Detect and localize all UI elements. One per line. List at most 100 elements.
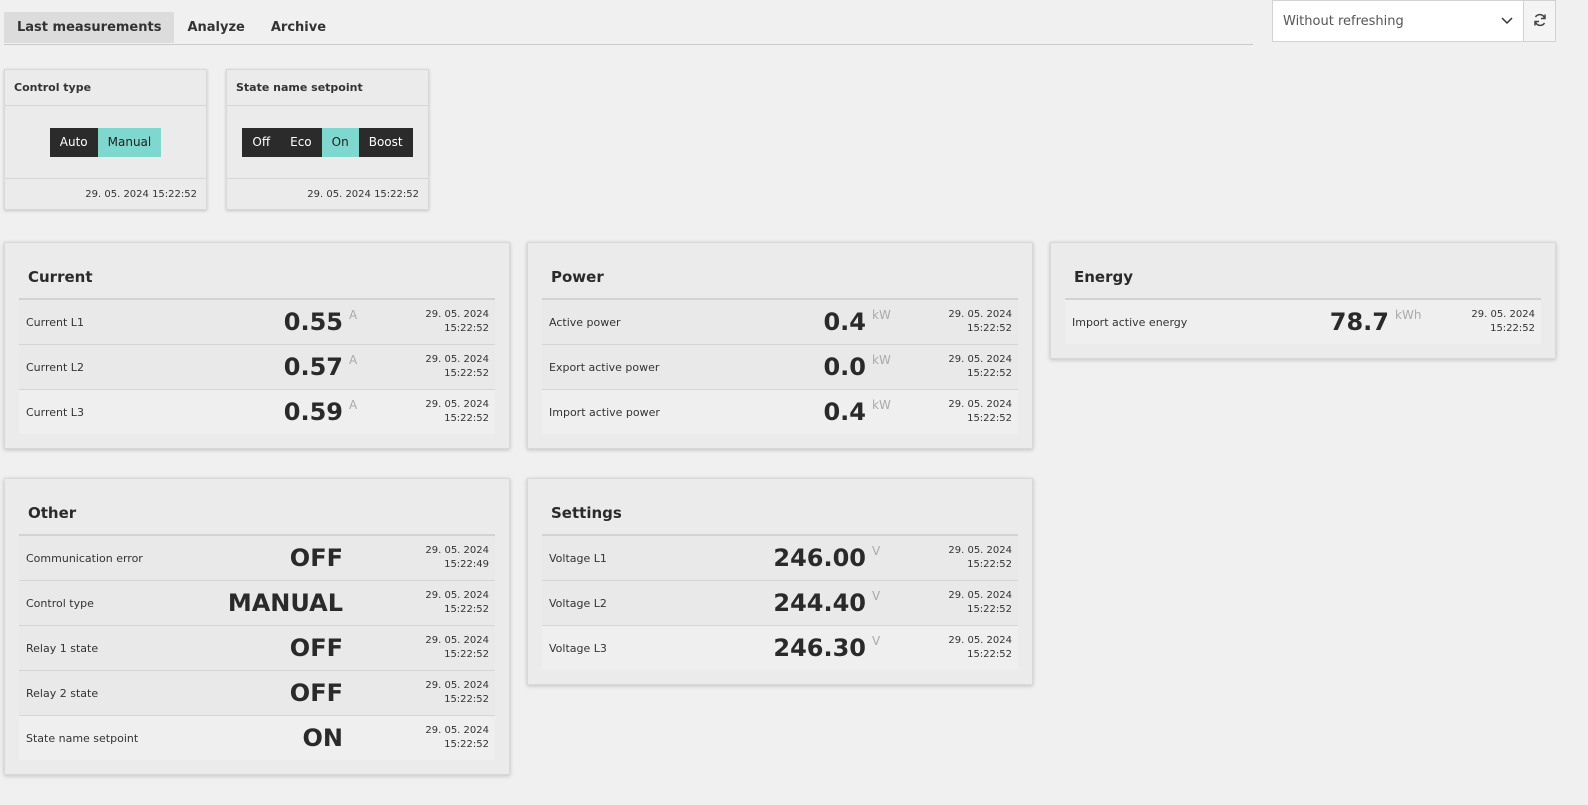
state-eco-button[interactable]: Eco [280, 127, 322, 157]
measurement-row: Current L1 0.55 A 29. 05. 2024 15:22:52 [19, 300, 495, 345]
settings-card-title: Settings [542, 479, 1018, 536]
measurement-label: Active power [549, 315, 621, 329]
measurement-label: Voltage L2 [549, 596, 607, 610]
measurement-row: Voltage L1 246.00 V 29. 05. 2024 15:22:52 [542, 536, 1018, 581]
measurement-label: Voltage L1 [549, 551, 607, 565]
refresh-interval-value: Without refreshing [1283, 13, 1404, 29]
measurement-value: 0.4 [823, 398, 866, 426]
measurement-timestamp: 29. 05. 2024 15:22:52 [389, 308, 489, 336]
measurement-label: Export active power [549, 360, 660, 374]
measurement-label: Import active energy [1072, 315, 1188, 329]
measurement-row: Communication error OFF 29. 05. 2024 15:22:… [19, 536, 495, 581]
measurement-timestamp: 29. 05. 2024 15:22:52 [912, 544, 1012, 572]
measurement-time: 15:22:52 [967, 649, 1012, 660]
measurement-unit: V [872, 544, 881, 558]
measurement-timestamp: 29. 05. 2024 15:22:52 [389, 634, 489, 662]
measurement-row: Relay 2 state OFF 29. 05. 2024 15:22:52 [19, 671, 495, 716]
tab-analyze[interactable]: Analyze [174, 12, 257, 43]
measurement-row: Import active energy 78.7 kWh 29. 05. 2024 1… [1065, 300, 1541, 344]
measurement-unit: kW [872, 308, 891, 322]
measurement-date: 29. 05. 2024 [425, 680, 489, 691]
current-card-title: Current [19, 243, 495, 300]
measurement-date: 29. 05. 2024 [948, 590, 1012, 601]
measurement-unit: kW [872, 353, 891, 367]
measurement-row: State name setpoint ON 29. 05. 2024 15:22:5… [19, 716, 495, 760]
measurement-row: Export active power 0.0 kW 29. 05. 2024 15:2… [542, 345, 1018, 390]
measurement-unit: V [872, 589, 881, 603]
state-setpoint-title: State name setpoint [227, 70, 428, 106]
measurement-value: 0.55 [283, 308, 343, 336]
power-card-title: Power [542, 243, 1018, 300]
measurement-value: OFF [289, 679, 343, 707]
control-type-card: Control type Auto Manual 29. 05. 2024 15… [4, 69, 207, 210]
state-setpoint-toggle: Off Eco On Boost [242, 127, 413, 157]
control-type-manual-button[interactable]: Manual [97, 127, 162, 157]
measurement-row: Current L2 0.57 A 29. 05. 2024 15:22:52 [19, 345, 495, 390]
settings-card: Settings Voltage L1 246.00 V 29. 05. 2024 15… [527, 478, 1033, 685]
tab-bar: Last measurements Analyze Archive [4, 12, 1253, 45]
tab-archive[interactable]: Archive [258, 12, 339, 43]
measurement-time: 15:22:52 [967, 559, 1012, 570]
measurement-timestamp: 29. 05. 2024 15:22:52 [912, 398, 1012, 426]
measurement-unit: kW [872, 398, 891, 412]
measurement-unit: V [872, 634, 881, 648]
measurement-value: 0.59 [283, 398, 343, 426]
measurement-value: 246.00 [773, 544, 866, 572]
measurement-time: 15:22:52 [444, 323, 489, 334]
measurement-value: 0.4 [823, 308, 866, 336]
state-boost-button[interactable]: Boost [358, 127, 413, 157]
measurement-timestamp: 29. 05. 2024 15:22:52 [389, 724, 489, 752]
measurement-time: 15:22:52 [967, 323, 1012, 334]
measurement-date: 29. 05. 2024 [948, 545, 1012, 556]
measurement-label: Relay 1 state [26, 641, 99, 655]
measurement-row: Voltage L3 246.30 V 29. 05. 2024 15:22:52 [542, 626, 1018, 670]
measurement-value: MANUAL [227, 589, 343, 617]
measurement-value: 0.0 [823, 353, 866, 381]
measurement-time: 15:22:52 [444, 694, 489, 705]
measurement-time: 15:22:52 [444, 413, 489, 424]
measurement-date: 29. 05. 2024 [948, 399, 1012, 410]
refresh-button[interactable] [1524, 0, 1556, 42]
measurement-timestamp: 29. 05. 2024 15:22:52 [1435, 308, 1535, 336]
measurement-row: Active power 0.4 kW 29. 05. 2024 15:22:52 [542, 300, 1018, 345]
measurement-date: 29. 05. 2024 [425, 635, 489, 646]
state-on-button[interactable]: On [321, 127, 359, 157]
chevron-down-icon [1501, 14, 1513, 29]
energy-card: Energy Import active energy 78.7 kWh 29. 05… [1050, 242, 1556, 359]
measurement-label: Control type [26, 596, 94, 610]
state-off-button[interactable]: Off [242, 127, 281, 157]
measurement-value: ON [302, 724, 344, 752]
measurement-time: 15:22:52 [444, 368, 489, 379]
power-card: Power Active power 0.4 kW 29. 05. 2024 15:22… [527, 242, 1033, 449]
refresh-interval-select[interactable]: Without refreshing [1272, 0, 1524, 42]
control-type-auto-button[interactable]: Auto [49, 127, 98, 157]
measurement-label: Import active power [549, 405, 660, 419]
control-type-timestamp: 29. 05. 2024 15:22:52 [85, 189, 197, 200]
other-card: Other Communication error OFF 29. 05. 2024… [4, 478, 510, 775]
state-setpoint-card: State name setpoint Off Eco On Boost 29.… [226, 69, 429, 210]
measurement-date: 29. 05. 2024 [948, 635, 1012, 646]
measurement-unit: A [349, 398, 358, 412]
measurement-timestamp: 29. 05. 2024 15:22:52 [912, 634, 1012, 662]
measurement-date: 29. 05. 2024 [425, 545, 489, 556]
measurement-time: 15:22:52 [1490, 323, 1535, 334]
measurement-timestamp: 29. 05. 2024 15:22:52 [912, 308, 1012, 336]
measurement-label: Current L2 [26, 360, 84, 374]
measurement-timestamp: 29. 05. 2024 15:22:49 [389, 544, 489, 572]
measurement-value: OFF [289, 634, 343, 662]
measurement-value: 78.7 [1329, 308, 1389, 336]
measurement-date: 29. 05. 2024 [948, 354, 1012, 365]
refresh-icon [1533, 12, 1547, 31]
state-setpoint-timestamp: 29. 05. 2024 15:22:52 [307, 189, 419, 200]
measurement-row: Control type MANUAL 29. 05. 2024 15:22:52 [19, 581, 495, 626]
measurement-timestamp: 29. 05. 2024 15:22:52 [389, 353, 489, 381]
tab-last-measurements[interactable]: Last measurements [4, 12, 175, 43]
measurement-timestamp: 29. 05. 2024 15:22:52 [389, 589, 489, 617]
measurement-time: 15:22:49 [444, 559, 489, 570]
measurement-date: 29. 05. 2024 [425, 590, 489, 601]
measurement-timestamp: 29. 05. 2024 15:22:52 [912, 353, 1012, 381]
measurement-value: 0.57 [283, 353, 343, 381]
measurement-date: 29. 05. 2024 [425, 725, 489, 736]
measurement-date: 29. 05. 2024 [1471, 309, 1535, 320]
measurement-time: 15:22:52 [967, 604, 1012, 615]
